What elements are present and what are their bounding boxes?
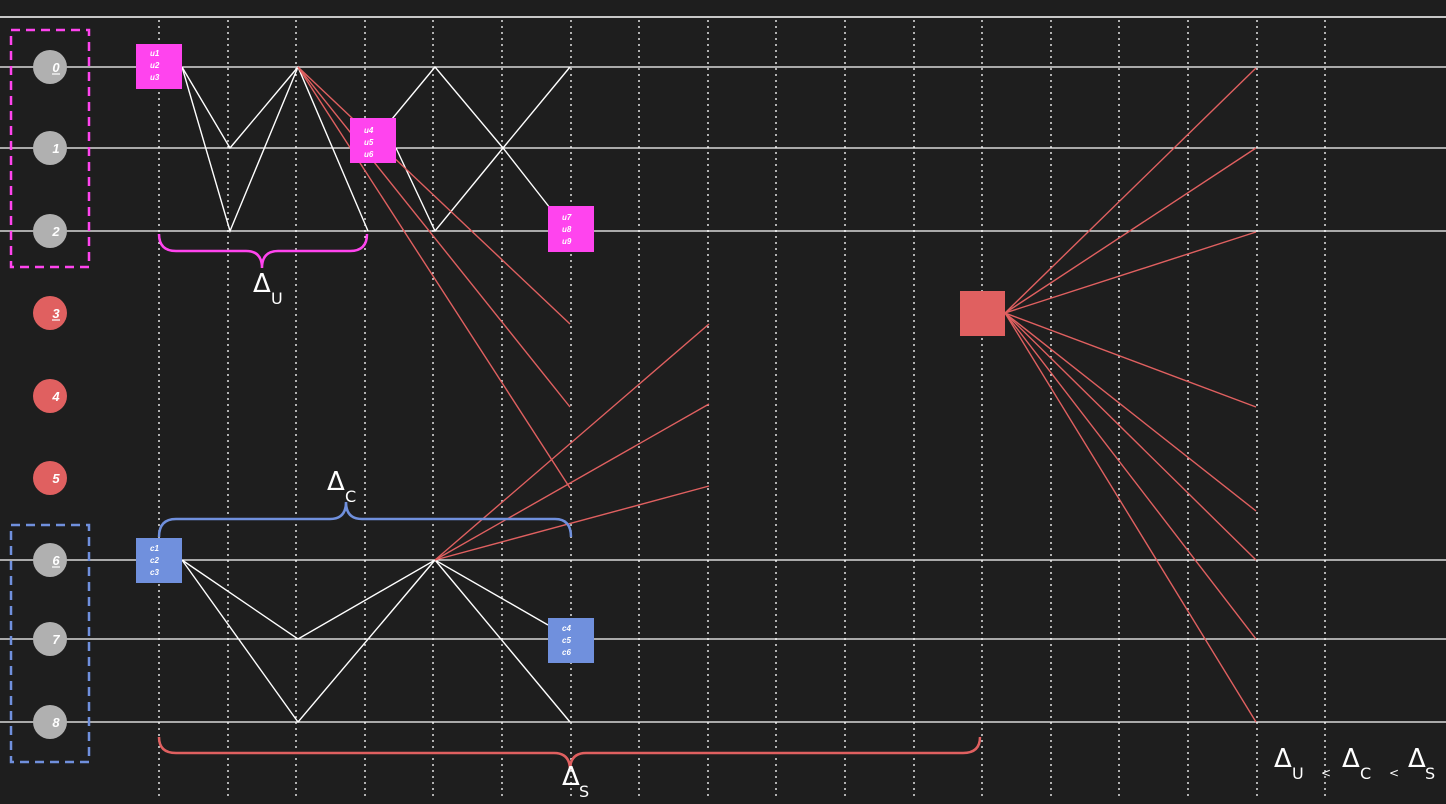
box-c123-line-3: c3 xyxy=(150,568,159,577)
node-2: 2 xyxy=(33,214,67,248)
node-label: 3 xyxy=(52,306,60,321)
relation-sub-c: C xyxy=(1360,764,1371,783)
node-label: 1 xyxy=(52,141,59,156)
box-c123-line-2: c2 xyxy=(150,556,159,565)
path-u-d xyxy=(395,66,571,233)
delta-c-symbol: Δ xyxy=(327,467,345,497)
node-label: 5 xyxy=(52,471,60,486)
node-circle xyxy=(33,131,67,165)
box-u123-line-3: u3 xyxy=(150,73,160,82)
box-u123-line-2: u2 xyxy=(150,61,160,70)
node-7: 7 xyxy=(33,622,67,656)
node-circle xyxy=(33,622,67,656)
node-label: 2 xyxy=(51,224,60,239)
brace-u xyxy=(157,233,369,269)
relation-sub-s: S xyxy=(1425,764,1435,783)
node-circle xyxy=(33,296,67,330)
box-s xyxy=(960,291,1005,336)
node-label: 7 xyxy=(52,632,60,647)
box-c456-line-1: c4 xyxy=(562,624,571,633)
time-grid xyxy=(158,20,1326,800)
node-label: 0 xyxy=(52,60,60,75)
node-label: 8 xyxy=(52,715,60,730)
box-u789: u7 u8 u9 xyxy=(548,206,594,252)
message-paths-c xyxy=(181,558,571,724)
box-u123-line-1: u1 xyxy=(150,49,160,58)
node-circle xyxy=(33,705,67,739)
box-c456-line-3: c6 xyxy=(562,648,571,657)
timing-diagram: u1 u2 u3 u4 u5 u6 u7 u8 u9 c1 c2 c3 c4 c… xyxy=(0,16,1446,801)
node-5: 5 xyxy=(33,461,67,495)
delta-u-subscript: U xyxy=(271,289,283,308)
node-column: 0 1 2 3 4 5 6 7 8 xyxy=(33,50,67,739)
node-0: 0 xyxy=(33,50,67,84)
delta-s-symbol: Δ xyxy=(562,762,580,792)
node-4: 4 xyxy=(33,379,67,413)
delta-c-subscript: C xyxy=(345,487,356,506)
box-u789-line-1: u7 xyxy=(562,213,572,222)
node-label: 6 xyxy=(52,553,60,568)
node-1: 1 xyxy=(33,131,67,165)
relation-delta-u: Δ xyxy=(1274,744,1292,774)
box-u123: u1 u2 u3 xyxy=(136,44,182,89)
relation-less-than-2: < xyxy=(1389,766,1399,780)
delta-u-symbol: Δ xyxy=(253,269,271,299)
node-circle xyxy=(33,50,67,84)
path-u-a xyxy=(181,65,369,232)
node-circle xyxy=(33,214,67,248)
node-circle xyxy=(33,461,67,495)
node-label: 4 xyxy=(51,389,60,404)
path-c-b xyxy=(181,558,571,724)
relation-less-than-1: < xyxy=(1321,766,1331,780)
box-c456-line-2: c5 xyxy=(562,636,571,645)
relation-delta-c: Δ xyxy=(1342,744,1360,774)
box-c456: c4 c5 c6 xyxy=(548,618,594,663)
box-u789-line-3: u9 xyxy=(562,237,572,246)
broadcast-lines-c xyxy=(434,323,710,561)
box-u789-line-2: u8 xyxy=(562,225,572,234)
broadcast-lines-s xyxy=(1004,67,1257,723)
node-6: 6 xyxy=(33,543,67,577)
node-circle xyxy=(33,379,67,413)
delta-relation: Δ U < Δ C < Δ S xyxy=(1274,744,1435,783)
box-u456-line-3: u6 xyxy=(364,150,374,159)
box-c123-line-1: c1 xyxy=(150,544,159,553)
box-u456-line-2: u5 xyxy=(364,138,374,147)
node-circle xyxy=(33,543,67,577)
relation-sub-u: U xyxy=(1292,764,1304,783)
broadcast-lines-u xyxy=(297,66,571,489)
path-u-b xyxy=(181,66,299,234)
node-3: 3 xyxy=(33,296,67,330)
box-u456: u4 u5 u6 xyxy=(350,118,396,163)
box-c123: c1 c2 c3 xyxy=(136,538,182,583)
relation-delta-s: Δ xyxy=(1408,744,1426,774)
node-8: 8 xyxy=(33,705,67,739)
box-u456-line-1: u4 xyxy=(364,126,374,135)
delta-s-subscript: S xyxy=(579,782,589,801)
